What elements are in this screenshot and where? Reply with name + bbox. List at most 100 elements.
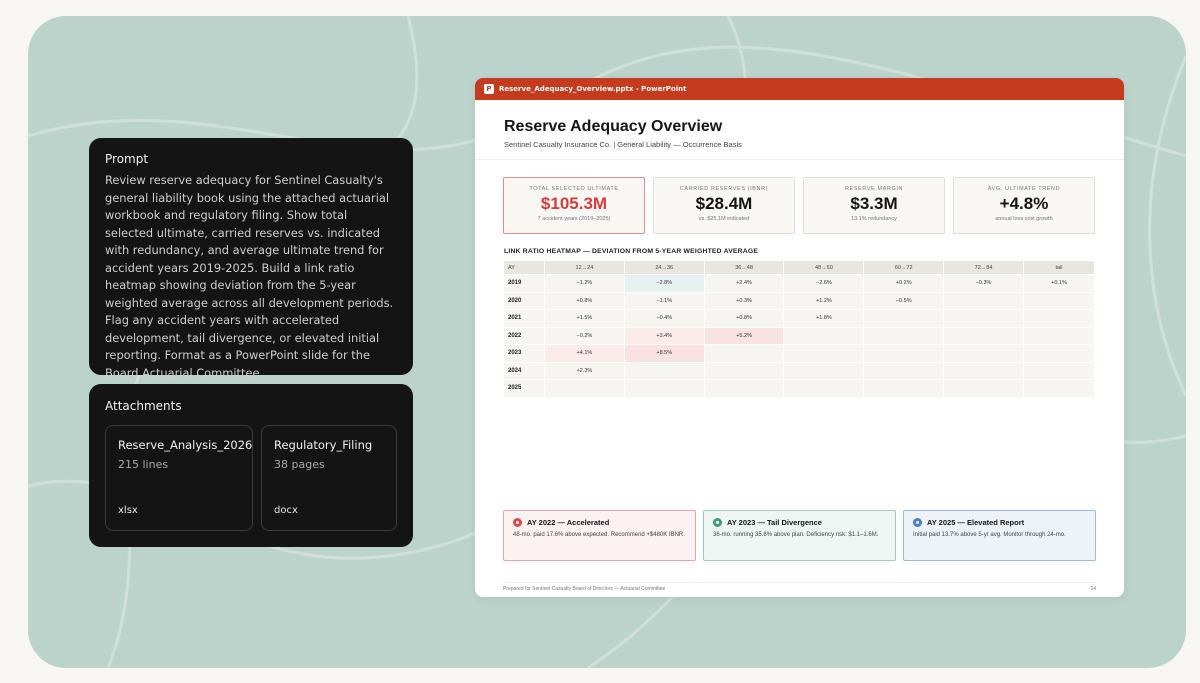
file-length: 38 pages — [274, 458, 325, 471]
prompt-title: Prompt — [105, 152, 149, 166]
kpi-card: AVG. ULTIMATE TREND +4.8% annual loss co… — [953, 177, 1095, 234]
flag-title: AY 2022 — Accelerated — [527, 518, 610, 527]
window-titlebar[interactable]: P Reserve_Adequacy_Overview.pptx - Power… — [475, 78, 1124, 100]
kpi-label: RESERVE MARGIN — [844, 186, 904, 192]
alert-dot-icon — [513, 518, 522, 527]
heatmap-cell — [944, 345, 1023, 362]
prompt-text: Review reserve adequacy for Sentinel Cas… — [105, 173, 394, 380]
heatmap-col-header: 48→60 — [784, 261, 864, 274]
heatmap-col-header: 72→84 — [944, 261, 1023, 274]
kpi-value: $3.3M — [850, 194, 898, 213]
kpi-card: CARRIED RESERVES (IBNR) $28.4M vs. $25.1… — [653, 177, 795, 234]
file-name: Reserve_Analysis_2026 — [118, 438, 253, 452]
flag-title: AY 2023 — Tail Divergence — [727, 518, 822, 527]
powerpoint-icon: P — [484, 84, 494, 94]
heatmap-cell — [864, 362, 944, 379]
heatmap-cell — [1023, 292, 1094, 309]
heatmap-cell: −2.8% — [624, 275, 704, 292]
kpi-value: $105.3M — [540, 194, 608, 213]
heatmap-row: 2022 −0.2% +3.4% +5.2% — [504, 327, 1094, 344]
kpi-note: 7 accident years (2019–2025) — [537, 216, 611, 222]
attachment-file[interactable]: Reserve_Analysis_2026 215 lines xlsx — [105, 425, 253, 531]
flag-callouts: AY 2022 — Accelerated 48-mo. paid 17.6% … — [503, 510, 1096, 561]
slide-footer: Prepared for Sentinel Casualty Board of … — [503, 582, 1096, 592]
heatmap-cell — [1023, 310, 1094, 327]
link-ratio-heatmap: AY 12→24 24→36 36→48 48→60 60→72 72→84 t… — [503, 260, 1095, 398]
heatmap-cell: +0.2% — [864, 275, 944, 292]
slide-title: Reserve Adequacy Overview — [504, 118, 723, 135]
file-length: 215 lines — [118, 458, 169, 471]
flag-card: AY 2022 — Accelerated 48-mo. paid 17.6% … — [503, 510, 696, 561]
accident-year: 2023 — [504, 345, 544, 362]
heatmap-cell: −0.5% — [864, 292, 944, 309]
footer-text: Prepared for Sentinel Casualty Board of … — [503, 586, 666, 592]
prompt-card: Prompt Review reserve adequacy for Senti… — [89, 138, 413, 380]
attachment-file[interactable]: Regulatory_Filing 38 pages docx — [261, 425, 397, 531]
heatmap-cell: +3.4% — [624, 327, 704, 344]
heatmap-cell — [784, 380, 864, 397]
kpi-value: $28.4M — [695, 194, 753, 213]
heatmap-row: 2025 — [504, 380, 1094, 397]
heatmap-cell — [624, 380, 704, 397]
heatmap-cell: +0.1% — [1023, 275, 1094, 292]
file-name: Regulatory_Filing — [274, 438, 373, 452]
accident-year: 2020 — [504, 292, 544, 309]
heatmap-row: 2020 +0.8% −1.1% +0.3% +1.2% −0.5% — [504, 292, 1094, 309]
heatmap-corner: AY — [504, 261, 544, 274]
heatmap-cell: +0.8% — [545, 292, 624, 309]
heatmap-cell — [624, 362, 704, 379]
accident-year: 2024 — [504, 362, 544, 379]
heatmap-cell — [1023, 380, 1094, 397]
heatmap-cell: −0.3% — [944, 275, 1023, 292]
heatmap-cell: +1.2% — [784, 292, 864, 309]
flag-title: AY 2025 — Elevated Report — [927, 518, 1025, 527]
kpi-note: 13.1% redundancy — [851, 216, 897, 222]
heatmap-cell — [944, 380, 1023, 397]
heatmap-cell: −0.4% — [624, 310, 704, 327]
heatmap-cell — [944, 292, 1023, 309]
kpi-label: AVG. ULTIMATE TREND — [987, 186, 1061, 192]
heatmap-cell: −1.1% — [624, 292, 704, 309]
heatmap-cell: +1.8% — [784, 310, 864, 327]
heatmap-cell — [864, 345, 944, 362]
heatmap-cell: +0.3% — [704, 292, 784, 309]
heatmap-cell — [944, 310, 1023, 327]
flag-text: 48-mo. paid 17.6% above expected. Recomm… — [513, 532, 685, 538]
accident-year: 2025 — [504, 380, 544, 397]
heatmap-col-header: 36→48 — [704, 261, 784, 274]
heatmap-cell — [1023, 345, 1094, 362]
heatmap-cell — [784, 362, 864, 379]
kpi-label: CARRIED RESERVES (IBNR) — [679, 186, 769, 192]
heatmap-cell — [784, 345, 864, 362]
alert-dot-icon — [713, 518, 722, 527]
heatmap-col-header: 24→36 — [624, 261, 704, 274]
kpi-label: TOTAL SELECTED ULTIMATE — [529, 186, 619, 192]
page-number: 14 — [1090, 586, 1096, 592]
heatmap-col-header: tail — [1023, 261, 1094, 274]
flag-card: AY 2023 — Tail Divergence 36-mo. running… — [703, 510, 896, 561]
heatmap-header-row: AY 12→24 24→36 36→48 48→60 60→72 72→84 t… — [504, 261, 1094, 274]
flag-text: Initial paid 13.7% above 5-yr avg. Monit… — [913, 532, 1066, 538]
accident-year: 2019 — [504, 275, 544, 292]
file-type: docx — [274, 505, 298, 516]
heatmap-cell: −0.2% — [545, 327, 624, 344]
window-title: Reserve_Adequacy_Overview.pptx - PowerPo… — [499, 85, 687, 93]
flag-card: AY 2025 — Elevated Report Initial paid 1… — [903, 510, 1096, 561]
heatmap-cell — [1023, 362, 1094, 379]
heatmap-col-header: 60→72 — [864, 261, 944, 274]
accident-year: 2021 — [504, 310, 544, 327]
slide-subtitle: Sentinel Casualty Insurance Co. | Genera… — [504, 140, 742, 149]
heatmap-cell — [704, 345, 784, 362]
heatmap-cell: +2.3% — [545, 362, 624, 379]
kpi-value: +4.8% — [999, 194, 1049, 213]
heatmap-cell: +8.5% — [624, 345, 704, 362]
heatmap-cell: −2.6% — [784, 275, 864, 292]
flag-text: 36-mo. running 35.8% above plan. Deficie… — [713, 532, 879, 538]
powerpoint-window: P Reserve_Adequacy_Overview.pptx - Power… — [475, 78, 1124, 597]
heatmap-cell: +2.4% — [704, 275, 784, 292]
kpi-card: TOTAL SELECTED ULTIMATE $105.3M 7 accide… — [503, 177, 645, 234]
canvas-background: Prompt Review reserve adequacy for Senti… — [28, 16, 1186, 668]
heatmap-row: 2024 +2.3% — [504, 362, 1094, 379]
heatmap-row: 2019 −1.2% −2.8% +2.4% −2.6% +0.2% −0.3%… — [504, 275, 1094, 292]
heatmap-title: LINK RATIO HEATMAP — DEVIATION FROM 5-YE… — [504, 248, 759, 255]
